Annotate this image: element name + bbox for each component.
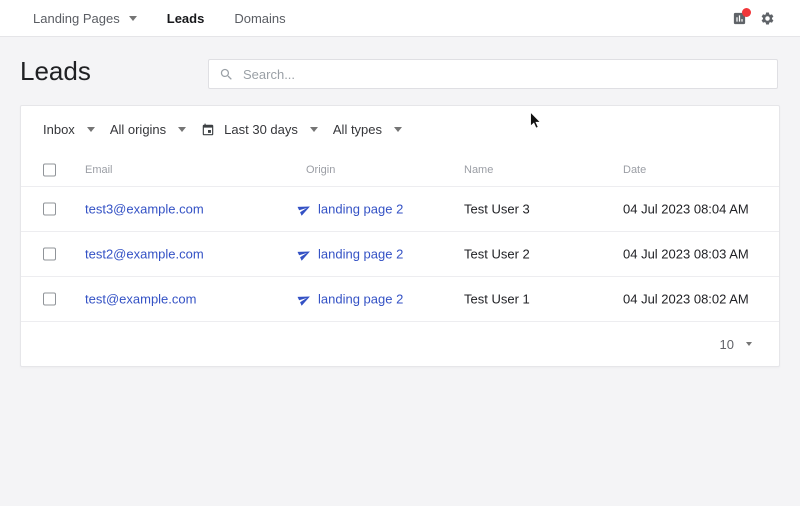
table-footer: 10 <box>21 321 779 366</box>
send-plane-icon <box>296 200 313 217</box>
lead-date: 04 Jul 2023 08:03 AM <box>623 247 749 262</box>
main-nav: Landing Pages Leads Domains <box>33 11 286 26</box>
lead-name: Test User 1 <box>464 292 530 307</box>
lead-email-link[interactable]: test3@example.com <box>85 202 204 217</box>
page-size-select[interactable]: 10 <box>720 337 752 352</box>
search-input[interactable] <box>243 67 767 82</box>
search-box <box>208 59 778 89</box>
filter-inbox[interactable]: Inbox <box>43 122 95 137</box>
lead-email-link[interactable]: test@example.com <box>85 292 196 307</box>
nav-label-leads: Leads <box>167 11 205 26</box>
lead-origin-link[interactable]: landing page 2 <box>298 202 403 217</box>
lead-name: Test User 3 <box>464 202 530 217</box>
reports-button[interactable] <box>732 11 747 26</box>
notification-badge <box>742 8 751 17</box>
page-size-value: 10 <box>720 337 734 352</box>
filter-date-range[interactable]: Last 30 days <box>201 122 318 137</box>
filter-date-range-label: Last 30 days <box>224 122 298 137</box>
table-row: test2@example.com landing page 2 Test Us… <box>21 231 779 276</box>
select-all-checkbox[interactable] <box>43 163 56 176</box>
top-navigation-bar: Landing Pages Leads Domains <box>0 0 800 37</box>
chevron-down-icon <box>394 127 402 132</box>
lead-date: 04 Jul 2023 08:02 AM <box>623 292 749 307</box>
lead-origin-label: landing page 2 <box>318 292 403 307</box>
nav-item-leads[interactable]: Leads <box>167 11 205 26</box>
row-checkbox[interactable] <box>43 248 56 261</box>
chevron-down-icon <box>746 342 752 346</box>
search-icon <box>219 67 234 82</box>
nav-label-domains: Domains <box>234 11 285 26</box>
column-header-date: Date <box>623 164 646 176</box>
filter-types[interactable]: All types <box>333 122 402 137</box>
filter-bar: Inbox All origins Last 30 days All types <box>21 106 779 153</box>
chevron-down-icon <box>87 127 95 132</box>
lead-name: Test User 2 <box>464 247 530 262</box>
lead-origin-link[interactable]: landing page 2 <box>298 247 403 262</box>
filter-origins[interactable]: All origins <box>110 122 186 137</box>
row-checkbox[interactable] <box>43 293 56 306</box>
row-checkbox[interactable] <box>43 203 56 216</box>
lead-date: 04 Jul 2023 08:04 AM <box>623 202 749 217</box>
leads-card: Inbox All origins Last 30 days All types… <box>20 105 780 367</box>
settings-button[interactable] <box>760 11 775 26</box>
filter-types-label: All types <box>333 122 382 137</box>
lead-origin-link[interactable]: landing page 2 <box>298 292 403 307</box>
filter-inbox-label: Inbox <box>43 122 75 137</box>
chevron-down-icon <box>129 16 137 21</box>
page-title: Leads <box>20 56 91 87</box>
send-plane-icon <box>296 290 313 307</box>
table-row: test3@example.com landing page 2 Test Us… <box>21 186 779 231</box>
table-header: Email Origin Name Date <box>21 153 779 186</box>
column-header-origin: Origin <box>306 164 335 176</box>
gear-icon <box>760 11 775 26</box>
filter-origins-label: All origins <box>110 122 166 137</box>
lead-email-link[interactable]: test2@example.com <box>85 247 204 262</box>
send-plane-icon <box>296 245 313 262</box>
nav-label-landing-pages: Landing Pages <box>33 11 120 26</box>
chevron-down-icon <box>178 127 186 132</box>
nav-item-landing-pages[interactable]: Landing Pages <box>33 11 137 26</box>
topbar-icons <box>732 11 775 26</box>
nav-item-domains[interactable]: Domains <box>234 11 285 26</box>
chevron-down-icon <box>310 127 318 132</box>
column-header-name: Name <box>464 164 493 176</box>
table-row: test@example.com landing page 2 Test Use… <box>21 276 779 321</box>
column-header-email: Email <box>85 164 113 176</box>
lead-origin-label: landing page 2 <box>318 202 403 217</box>
calendar-icon <box>201 123 215 137</box>
lead-origin-label: landing page 2 <box>318 247 403 262</box>
